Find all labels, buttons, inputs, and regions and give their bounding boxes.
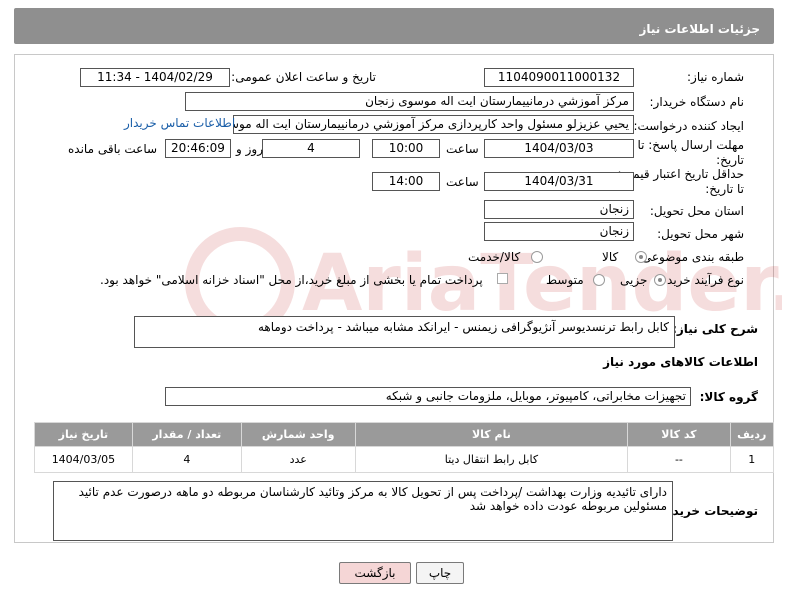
category-radio-goods-service[interactable] <box>531 251 543 263</box>
validity-date-field: 1404/03/31 <box>484 172 634 191</box>
summary-label: شرح کلی نیاز: <box>672 322 758 336</box>
table-row: 1 -- کابل رابط انتقال دیتا عدد 4 1404/03… <box>34 446 775 473</box>
goods-table: ردیف کد کالا نام کالا واحد شمارش تعداد /… <box>34 422 775 473</box>
deadline-time-field: 10:00 <box>372 139 440 158</box>
col-header-unit: واحد شمارش <box>240 422 356 447</box>
page: { "header": {"title": "جزئیات اطلاعات نی… <box>0 0 788 598</box>
col-header-qty: تعداد / مقدار <box>131 422 242 447</box>
buyer-notes-field: دارای تائیدیه وزارت بهداشت /پرداخت پس از… <box>53 481 673 541</box>
days-field: 4 <box>262 139 360 158</box>
back-button[interactable]: بازگشت <box>339 562 411 584</box>
goods-group-label: گروه کالا: <box>699 390 758 404</box>
process-option-minor: جزیی <box>620 273 648 287</box>
process-radio-minor[interactable] <box>654 274 666 286</box>
treasury-payment-checkbox[interactable] <box>497 273 508 284</box>
payment-note: پرداخت تمام یا بخشی از مبلغ خرید،از محل … <box>100 273 483 287</box>
cell-qty: 4 <box>131 446 242 473</box>
province-field: زنجان <box>484 200 634 219</box>
goods-group-field: تجهیزات مخابراتی، کامپیوتر، موبایل، ملزو… <box>165 387 691 406</box>
col-header-name: نام کالا <box>354 422 629 447</box>
category-option-goods: کالا <box>602 250 619 264</box>
page-header: جزئیات اطلاعات نیاز <box>14 8 774 44</box>
col-header-code: کد کالا <box>627 422 731 447</box>
province-label: استان محل تحویل: <box>649 204 744 218</box>
cell-unit: عدد <box>240 446 356 473</box>
category-option-goods-service: کالا/خدمت <box>468 250 521 264</box>
need-number-label: شماره نیاز: <box>687 70 744 84</box>
process-label: نوع فرآیند خرید : <box>659 273 744 287</box>
remaining-time-field: 20:46:09 <box>165 139 231 158</box>
validity-label-2: تا تاریخ: <box>705 182 744 196</box>
summary-field: کابل رابط ترنسدیوسر آنژیوگرافی زیمنس - ا… <box>134 316 675 348</box>
remaining-label: ساعت باقی مانده <box>68 142 158 156</box>
deadline-label: مهلت ارسال پاسخ: تا <box>637 138 744 152</box>
cell-code: -- <box>627 446 731 473</box>
buyer-org-label: نام دستگاه خریدار: <box>649 95 745 109</box>
validity-time-label: ساعت <box>446 175 479 189</box>
announce-label: تاریخ و ساعت اعلان عمومی: <box>231 70 376 84</box>
cell-date: 1404/03/05 <box>34 446 133 473</box>
buyer-contact-link[interactable]: اطلاعات تماس خریدار <box>124 116 235 130</box>
cell-name: کابل رابط انتقال دیتا <box>354 446 629 473</box>
days-label: روز و <box>236 142 263 156</box>
col-header-date: تاریخ نیاز <box>34 422 133 447</box>
city-label: شهر محل تحویل: <box>657 227 744 241</box>
validity-time-field: 14:00 <box>372 172 440 191</box>
deadline-label-2: تاریخ: <box>716 153 744 167</box>
deadline-time-label: ساعت <box>446 142 479 156</box>
col-header-index: ردیف <box>729 422 775 447</box>
cell-index: 1 <box>729 446 775 473</box>
city-field: زنجان <box>484 222 634 241</box>
validity-label: حداقل تاریخ اعتبار قیمت: <box>617 167 744 181</box>
goods-table-header: ردیف کد کالا نام کالا واحد شمارش تعداد /… <box>34 422 775 447</box>
need-number-field: 1104090011000132 <box>484 68 634 87</box>
goods-section-title: اطلاعات کالاهای مورد نیاز <box>603 355 758 369</box>
requester-field: يحيي عزيزلو مسئول واحد کارپردازی مرکز آم… <box>233 115 634 134</box>
print-button[interactable]: چاپ <box>416 562 464 584</box>
announce-field: 1404/02/29 - 11:34 <box>80 68 230 87</box>
page-title: جزئیات اطلاعات نیاز <box>639 22 760 36</box>
buyer-org-field: مرکز آموزشي درمانييمارستان ايت اله موسوی… <box>185 92 634 111</box>
deadline-date-field: 1404/03/03 <box>484 139 634 158</box>
process-radio-medium[interactable] <box>593 274 605 286</box>
requester-label: ایجاد کننده درخواست: <box>633 119 744 133</box>
process-option-medium: متوسط <box>546 273 584 287</box>
category-label: طبقه بندی موضوعی: <box>637 250 744 264</box>
category-radio-goods[interactable] <box>635 251 647 263</box>
